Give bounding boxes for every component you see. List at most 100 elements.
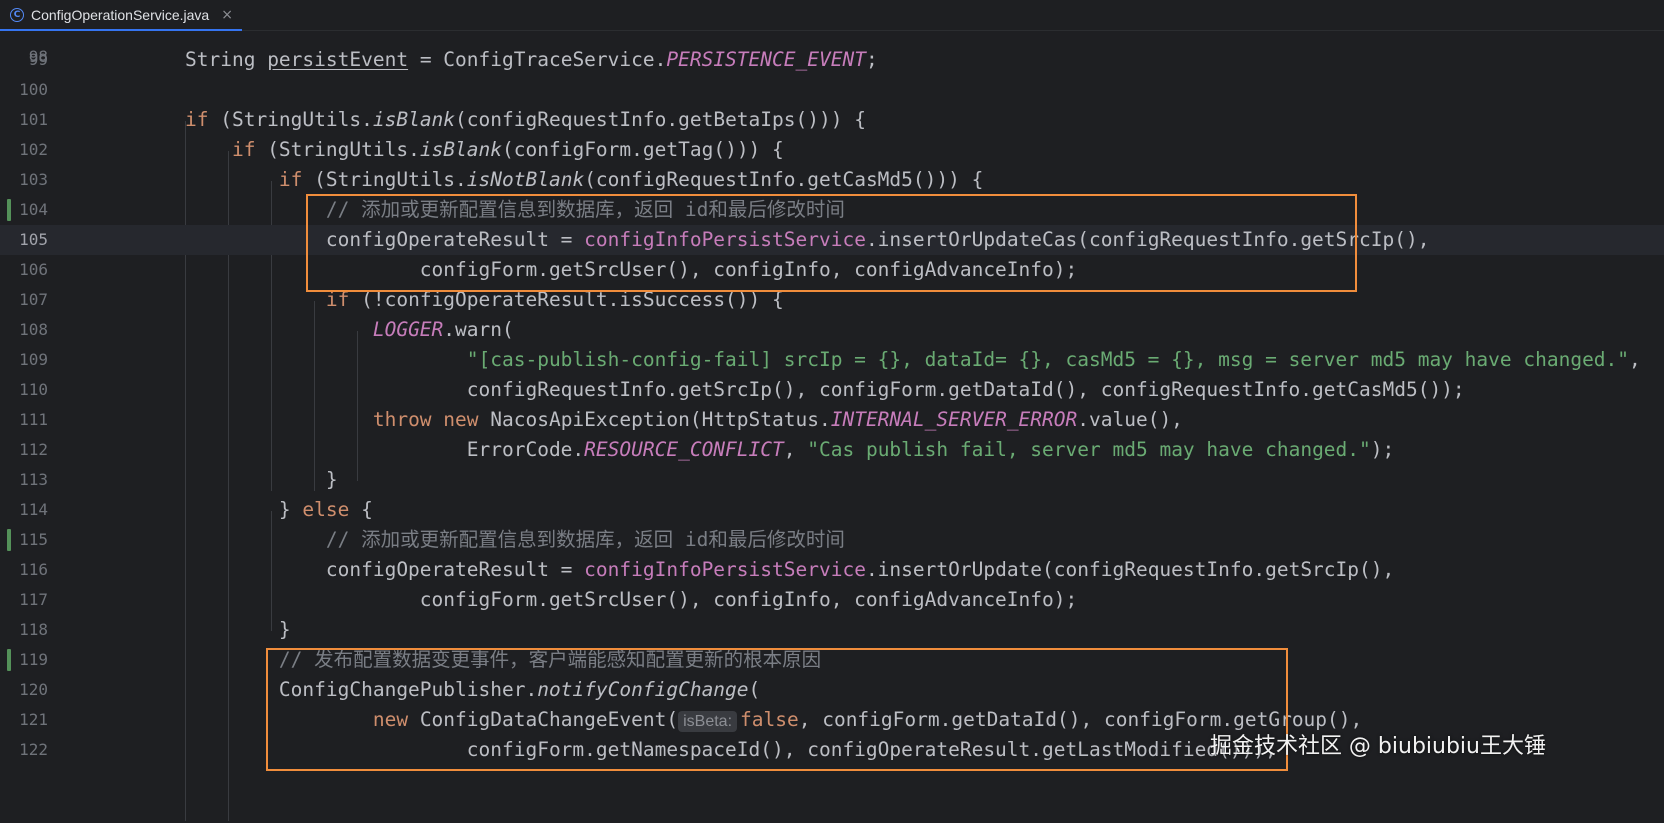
line-number: 104 — [19, 200, 48, 219]
code-token: .insertOrUpdateCas(configRequestInfo.get… — [865, 228, 1430, 251]
code-text: // 发布配置数据变更事件，客户端能感知配置更新的根本原因 — [185, 645, 821, 675]
code-token: ConfigDataChangeEvent( — [408, 708, 679, 731]
code-line[interactable]: 106 configForm.getSrcUser(), configInfo,… — [0, 255, 1664, 285]
code-text: LOGGER.warn( — [185, 315, 514, 345]
code-token: 添加或更新配置信息到数据库，返回 — [361, 198, 674, 221]
code-token: if — [231, 138, 256, 161]
code-token: { — [349, 498, 373, 521]
code-token: isNotBlank — [466, 168, 585, 191]
line-number: 109 — [19, 350, 48, 369]
code-token: configInfoPersistService — [584, 228, 866, 251]
code-editor[interactable]: 98 99 String persistEvent = ConfigTraceSe… — [0, 31, 1664, 823]
code-token: , — [783, 438, 808, 461]
code-line[interactable]: 111 throw new NacosApiException(HttpStat… — [0, 405, 1664, 435]
code-line[interactable]: 104 // 添加或更新配置信息到数据库，返回 id和最后修改时间 — [0, 195, 1664, 225]
code-token: , — [1629, 348, 1641, 371]
code-token: // — [278, 648, 315, 671]
line-number: 113 — [19, 470, 48, 489]
code-token: 和最后修改时间 — [708, 528, 845, 551]
code-text: configOperateResult = configInfoPersistS… — [185, 555, 1394, 585]
code-line[interactable]: 119 // 发布配置数据变更事件，客户端能感知配置更新的根本原因 — [0, 645, 1664, 675]
code-line[interactable]: 110 configRequestInfo.getSrcIp(), config… — [0, 375, 1664, 405]
code-token: PERSISTENCE_EVENT — [666, 48, 866, 71]
code-line[interactable]: 108 LOGGER.warn( — [0, 315, 1664, 345]
code-token: false — [740, 708, 799, 731]
code-line[interactable]: 115 // 添加或更新配置信息到数据库，返回 id和最后修改时间 — [0, 525, 1664, 555]
code-token: ( — [748, 678, 761, 701]
code-line[interactable]: 99 String persistEvent = ConfigTraceServi… — [0, 45, 1664, 75]
line-number: 116 — [19, 560, 48, 579]
line-number: 117 — [19, 590, 48, 609]
code-text: if (StringUtils.isBlank(configForm.getTa… — [185, 135, 784, 165]
code-line[interactable]: 116 configOperateResult = configInfoPers… — [0, 555, 1664, 585]
code-text: ErrorCode.RESOURCE_CONFLICT, "Cas publis… — [185, 435, 1395, 465]
code-line[interactable]: 105 configOperateResult = configInfoPers… — [0, 225, 1664, 255]
code-line[interactable]: 109 "[cas-publish-config-fail] srcIp = {… — [0, 345, 1664, 375]
line-number: 102 — [19, 140, 48, 159]
code-token: 发布配置数据变更事件，客户端能感知配置更新的根本原因 — [314, 648, 822, 671]
code-token: ; — [865, 48, 878, 71]
code-token: } — [185, 498, 303, 521]
code-token: RESOURCE_CONFLICT — [584, 438, 784, 461]
code-line[interactable]: 103 if (StringUtils.isNotBlank(configReq… — [0, 165, 1664, 195]
code-text: configForm.getNamespaceId(), configOpera… — [185, 735, 1277, 765]
code-text: "[cas-publish-config-fail] srcIp = {}, d… — [185, 345, 1641, 375]
line-number: 118 — [19, 620, 48, 639]
code-text: if (StringUtils.isBlank(configRequestInf… — [185, 105, 866, 135]
class-icon: C — [10, 8, 24, 22]
code-token: = ConfigTraceService. — [408, 48, 667, 71]
code-token: } — [185, 468, 338, 491]
code-token: configForm.getNamespaceId(), configOpera… — [185, 738, 1277, 761]
code-text: configForm.getSrcUser(), configInfo, con… — [185, 585, 1077, 615]
code-token: ErrorCode. — [185, 438, 585, 461]
code-token: String — [185, 48, 268, 71]
code-text: // 添加或更新配置信息到数据库，返回 id和最后修改时间 — [185, 195, 845, 225]
code-line[interactable]: 107 if (!configOperateResult.isSuccess()… — [0, 285, 1664, 315]
code-line[interactable]: 112 ErrorCode.RESOURCE_CONFLICT, "Cas pu… — [0, 435, 1664, 465]
code-token: ); — [1370, 438, 1395, 461]
code-line[interactable]: 120 ConfigChangePublisher.notifyConfigCh… — [0, 675, 1664, 705]
code-line[interactable]: 100 — [0, 75, 1664, 105]
code-text: } else { — [185, 495, 373, 525]
code-token: "Cas publish fail, server md5 may have c… — [807, 438, 1371, 461]
code-line[interactable]: 117 configForm.getSrcUser(), configInfo,… — [0, 585, 1664, 615]
code-token: configOperateResult = — [185, 228, 585, 251]
line-number: 107 — [19, 290, 48, 309]
line-number: 119 — [19, 650, 48, 669]
code-token: else — [302, 498, 350, 521]
code-token: LOGGER — [372, 318, 444, 341]
close-icon[interactable]: × — [221, 7, 233, 23]
code-token: (configForm.getTag())) { — [502, 138, 784, 161]
line-number: 115 — [19, 530, 48, 549]
code-line-partial: 98 — [0, 31, 1664, 66]
line-number: 122 — [19, 740, 48, 759]
code-token: ConfigChangePublisher. — [185, 678, 538, 701]
code-token: (StringUtils. — [208, 108, 373, 131]
line-number: 101 — [19, 110, 48, 129]
code-line[interactable]: 114 } else { — [0, 495, 1664, 525]
code-line[interactable]: 113 } — [0, 465, 1664, 495]
code-token: isBlank — [372, 108, 456, 131]
code-line[interactable]: 101 if (StringUtils.isBlank(configRequest… — [0, 105, 1664, 135]
code-text: if (!configOperateResult.isSuccess()) { — [185, 285, 784, 315]
parameter-hint: isBeta: — [678, 711, 738, 732]
line-number: 100 — [19, 80, 48, 99]
line-number: 110 — [19, 380, 48, 399]
code-text: throw new NacosApiException(HttpStatus.I… — [185, 405, 1183, 435]
file-tab[interactable]: C ConfigOperationService.java × — [0, 0, 242, 31]
code-text: if (StringUtils.isNotBlank(configRequest… — [185, 165, 983, 195]
line-number: 114 — [19, 500, 48, 519]
code-line[interactable]: 118 } — [0, 615, 1664, 645]
code-token: configInfoPersistService — [584, 558, 866, 581]
code-line[interactable]: 102 if (StringUtils.isBlank(configForm.g… — [0, 135, 1664, 165]
code-text: configOperateResult = configInfoPersistS… — [185, 225, 1430, 255]
code-token: if — [278, 168, 303, 191]
